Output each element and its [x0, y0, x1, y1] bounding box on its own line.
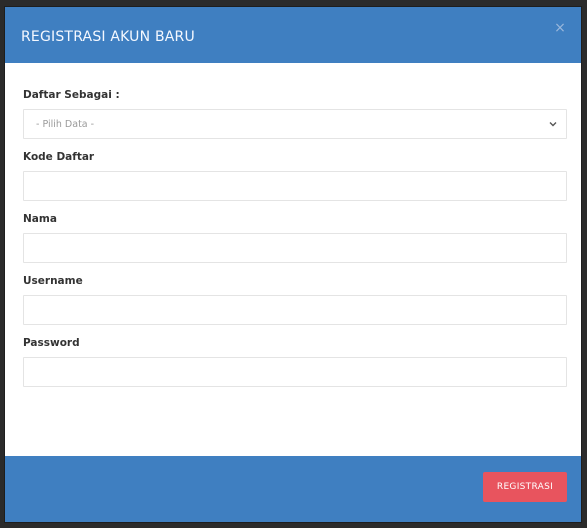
role-select[interactable]: - Pilih Data - [23, 109, 567, 139]
username-input[interactable] [23, 295, 567, 325]
registration-modal: REGISTRASI AKUN BARU × Daftar Sebagai : … [4, 6, 582, 523]
password-label: Password [23, 337, 80, 349]
code-input[interactable] [23, 171, 567, 201]
password-input[interactable] [23, 357, 567, 387]
password-field: Password [23, 337, 567, 387]
chevron-down-icon [549, 122, 557, 127]
modal-title: REGISTRASI AKUN BARU [21, 29, 195, 45]
registration-form: Daftar Sebagai : - Pilih Data - Kode Daf… [5, 63, 581, 387]
role-label: Daftar Sebagai : [23, 89, 120, 101]
role-field: Daftar Sebagai : - Pilih Data - [23, 89, 567, 139]
code-field: Kode Daftar [23, 151, 567, 201]
role-select-value: - Pilih Data - [36, 118, 95, 130]
modal-footer: REGISTRASI [5, 456, 581, 522]
name-input[interactable] [23, 233, 567, 263]
username-field: Username [23, 275, 567, 325]
close-icon[interactable]: × [553, 21, 567, 35]
name-field: Nama [23, 213, 567, 263]
name-label: Nama [23, 213, 57, 225]
register-button[interactable]: REGISTRASI [483, 472, 567, 502]
modal-header: REGISTRASI AKUN BARU × [5, 7, 581, 63]
code-label: Kode Daftar [23, 151, 95, 163]
username-label: Username [23, 275, 83, 287]
